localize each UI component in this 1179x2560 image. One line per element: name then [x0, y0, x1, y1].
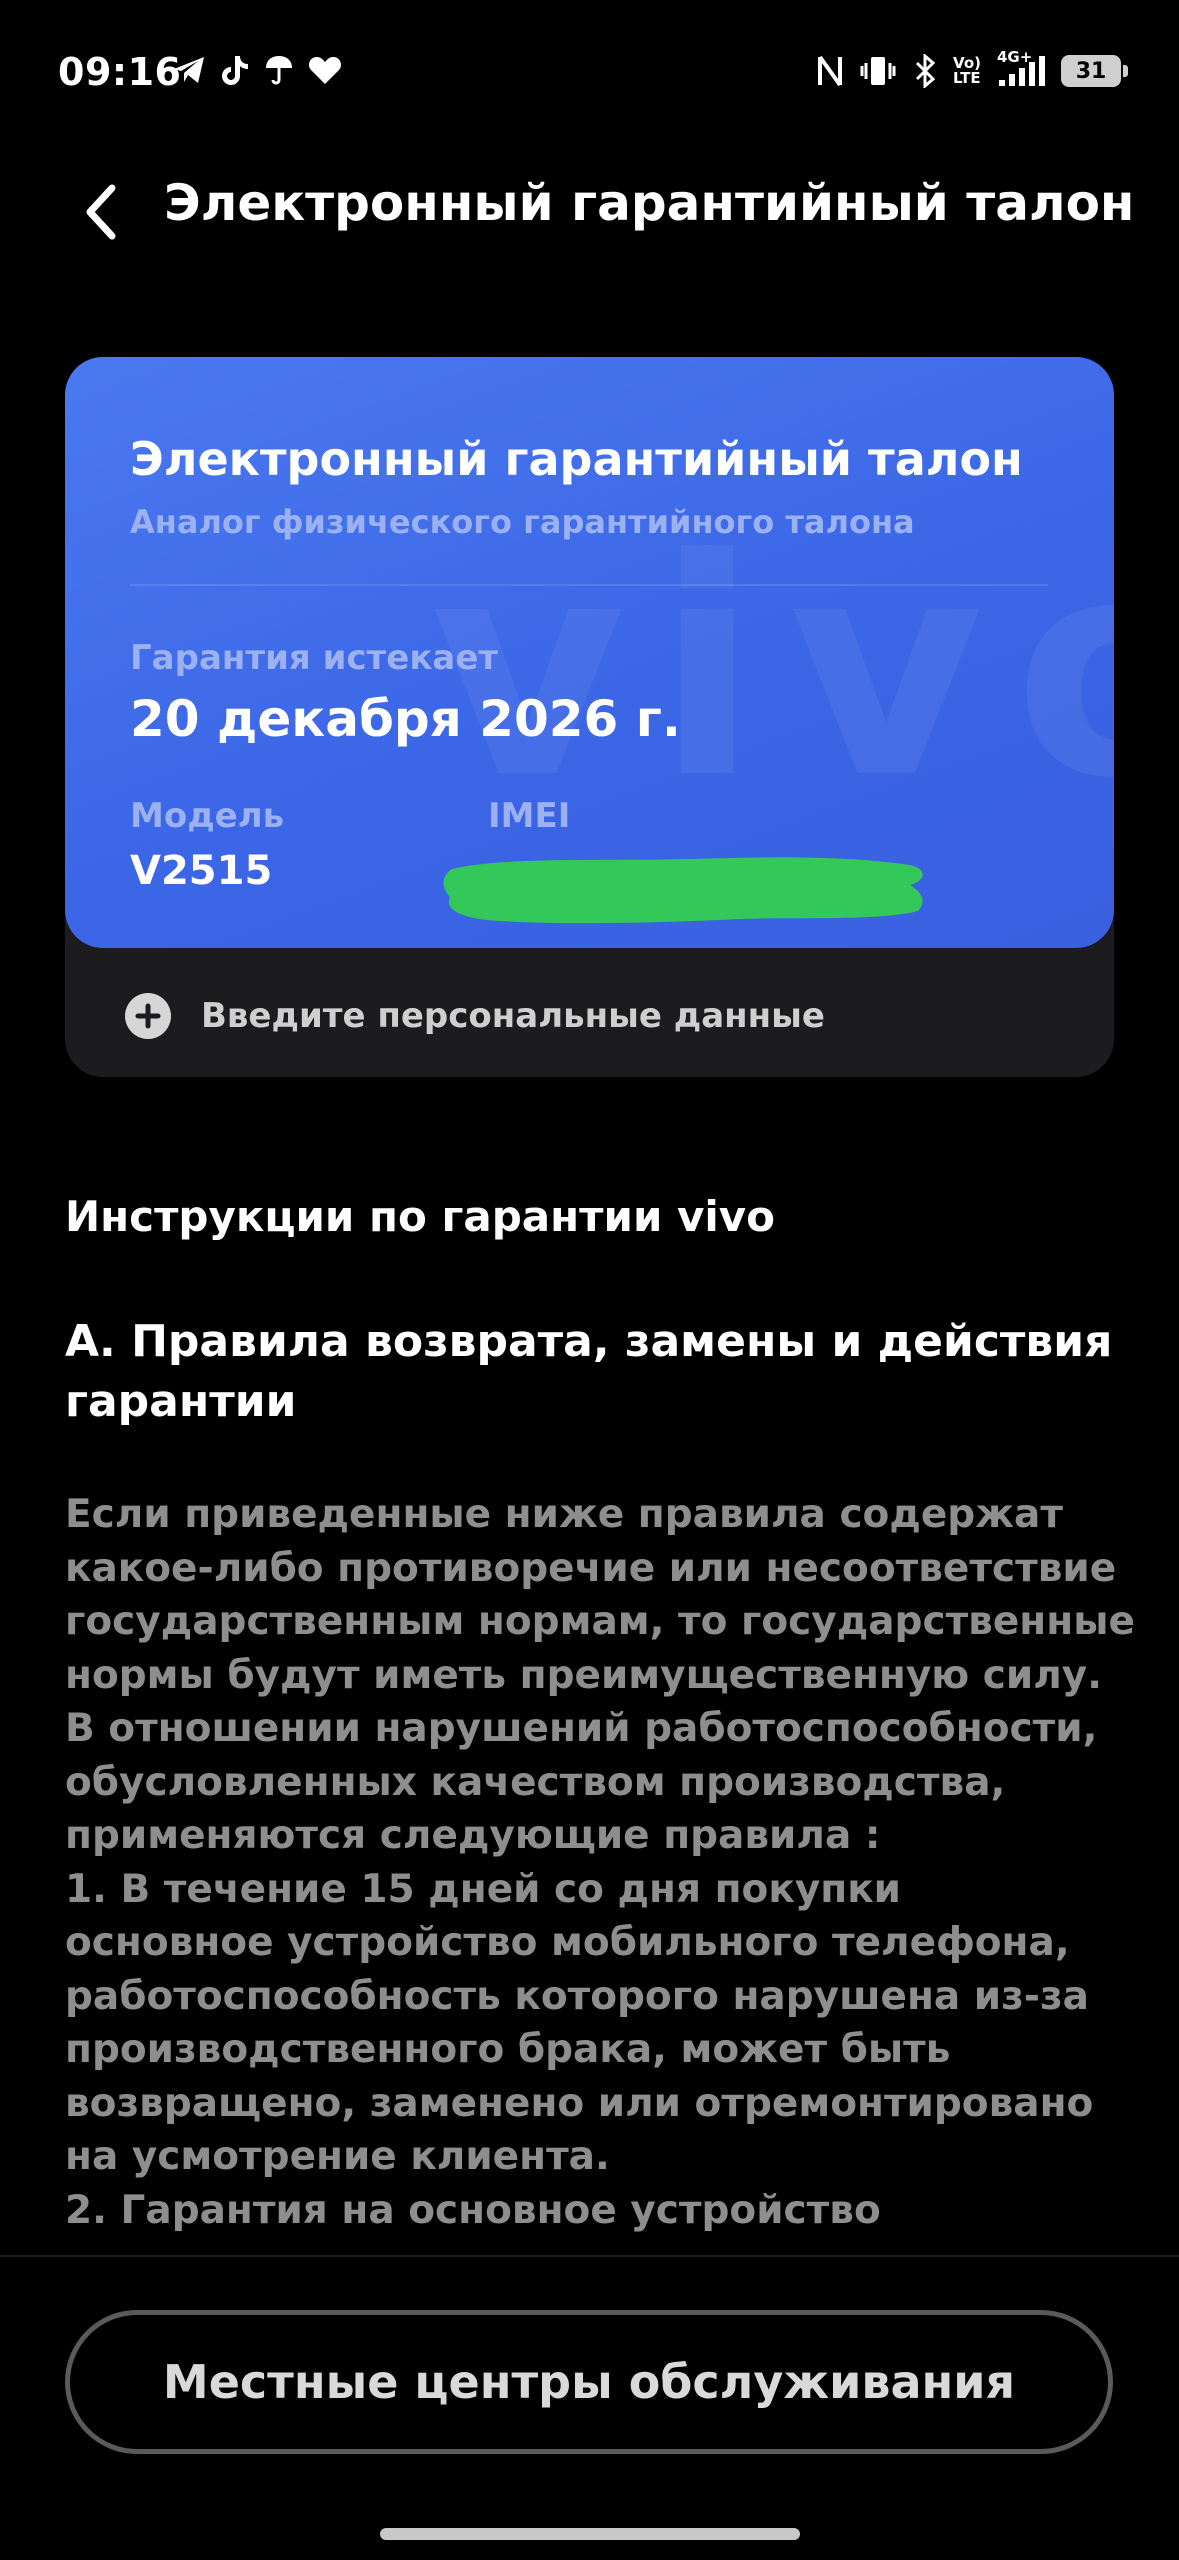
local-service-centers-label: Местные центры обслуживания [162, 2355, 1016, 2409]
tiktok-icon [220, 54, 250, 86]
vibrate-icon [859, 55, 897, 87]
chevron-left-icon [86, 184, 116, 240]
heart-icon [308, 55, 342, 85]
home-indicator[interactable] [380, 2528, 800, 2540]
local-service-centers-button[interactable]: Местные центры обслуживания [65, 2310, 1113, 2454]
warranty-expires-date: 20 декабря 2026 г. [130, 690, 681, 748]
model-label: Модель [130, 796, 285, 836]
enter-personal-data-label: Введите персональные данные [201, 996, 825, 1036]
rules-body[interactable]: Если приведенные ниже правила содержат к… [65, 1488, 1155, 2238]
warranty-instructions-heading: Инструкции по гарантии vivo [65, 1192, 776, 1241]
rules-line: применяются следующие правила : [65, 1813, 881, 1858]
rules-line: основное устройство мобильного телефона, [65, 1920, 1070, 1965]
rules-line: какое-либо противоречие или несоответств… [65, 1545, 1117, 1591]
plus-circle-icon [125, 993, 171, 1039]
notification-icons [172, 54, 342, 86]
status-bar: 09:16 Vo) LTE 4G+ 31 [0, 0, 1179, 150]
rules-line: обусловленных качеством производства, [65, 1759, 1006, 1805]
umbrella-icon [264, 54, 294, 86]
card-subtitle: Аналог физического гарантийного талона [130, 503, 915, 541]
back-button[interactable] [70, 182, 130, 242]
rules-line: государственным нормам, то государственн… [65, 1599, 1135, 1644]
telegram-icon [172, 55, 206, 85]
rules-heading: А. Правила возврата, замены и действия г… [65, 1316, 1113, 1427]
signal-icon: 4G+ [997, 50, 1045, 88]
rules-line: Если приведенные ниже правила содержат [65, 1492, 1063, 1537]
card-divider [130, 584, 1048, 586]
rules-line: 2. Гарантия на основное устройство [65, 2187, 881, 2233]
imei-redaction [440, 835, 930, 939]
volte-label: Vo) LTE [953, 54, 981, 87]
system-icons: Vo) LTE 4G+ 31 [817, 50, 1128, 88]
rules-line: производственного брака, может быть [65, 2027, 951, 2072]
battery-icon: 31 [1061, 55, 1128, 87]
model-value: V2515 [130, 848, 273, 894]
bluetooth-icon [913, 54, 937, 88]
nfc-icon [817, 54, 843, 88]
card-title: Электронный гарантийный талон [130, 432, 1023, 486]
rules-line: В отношении нарушений работоспособности, [65, 1706, 1098, 1751]
imei-label: IMEI [488, 796, 571, 836]
page-title: Электронный гарантийный талон [164, 174, 1135, 232]
status-time: 09:16 [58, 50, 182, 94]
bottom-divider [0, 2255, 1179, 2257]
rules-line: 1. В течение 15 дней со дня покупки [65, 1866, 901, 1912]
vivo-watermark: vivo [430, 495, 1114, 844]
rules-line: нормы будут иметь преимущественную силу. [65, 1652, 1103, 1698]
enter-personal-data-button[interactable]: Введите персональные данные [125, 990, 825, 1042]
warranty-expires-label: Гарантия истекает [130, 638, 499, 678]
rules-line: на усмотрение клиента. [65, 2134, 610, 2179]
rules-line: возвращено, заменено или отремонтировано [65, 2080, 1094, 2126]
app-header: Электронный гарантийный талон [0, 160, 1179, 260]
rules-line: работоспособность которого нарушена из-з… [65, 1973, 1089, 2019]
